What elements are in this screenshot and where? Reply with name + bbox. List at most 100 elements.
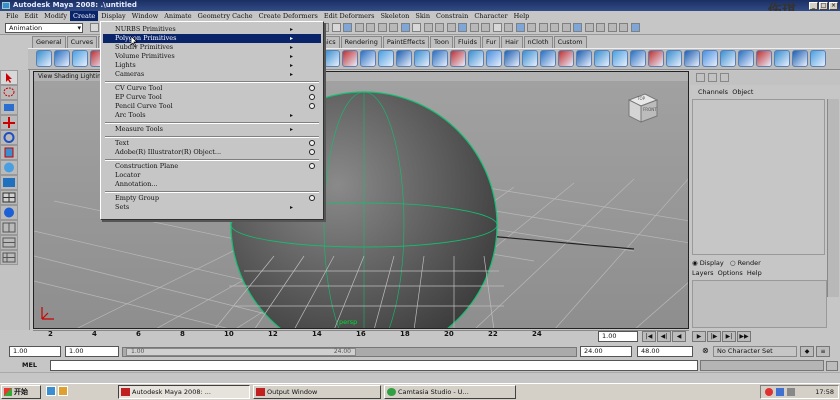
layout-quad-icon[interactable]: [0, 190, 18, 205]
status-line-icon[interactable]: [354, 23, 364, 32]
task-output-window[interactable]: Output Window: [253, 385, 381, 399]
status-line-icon[interactable]: [527, 23, 536, 32]
shelf-tool-icon[interactable]: [792, 50, 808, 67]
shelf-tool-icon[interactable]: [54, 50, 70, 67]
menubar-item-character[interactable]: Character: [471, 11, 510, 21]
shelf-tool-icon[interactable]: [396, 50, 412, 67]
shelf-tab-general[interactable]: General: [32, 36, 66, 48]
status-line-icon[interactable]: [550, 23, 559, 32]
task-camtasia[interactable]: Camtasia Studio - U...: [384, 385, 516, 399]
tray-network-icon[interactable]: [776, 388, 784, 396]
shelf-tool-icon[interactable]: [648, 50, 664, 67]
menubar-item-skin[interactable]: Skin: [412, 11, 433, 21]
scale-tool-icon[interactable]: [0, 145, 18, 160]
shelf-tool-icon[interactable]: [558, 50, 574, 67]
channel-box-scrollbar[interactable]: [827, 99, 839, 297]
menubar-item-window[interactable]: Window: [129, 11, 161, 21]
shelf-tool-icon[interactable]: [342, 50, 358, 67]
shelf-tool-icon[interactable]: [720, 50, 736, 67]
character-set-icon[interactable]: ⊗: [702, 346, 712, 357]
anim-end-field[interactable]: 48.00: [637, 346, 693, 357]
shelf-tool-icon[interactable]: [468, 50, 484, 67]
quicklaunch-desktop-icon[interactable]: [46, 386, 56, 396]
shelf-tool-icon[interactable]: [324, 50, 340, 67]
shelf-tool-icon[interactable]: [774, 50, 790, 67]
shelf-tab-fur[interactable]: Fur: [481, 36, 501, 48]
menu-item-ep-curve-tool[interactable]: EP Curve Tool: [103, 93, 321, 102]
menu-item-pencil-curve-tool[interactable]: Pencil Curve Tool: [103, 102, 321, 111]
toggle-attribute-editor-icon[interactable]: [696, 73, 705, 82]
menubar-item-skeleton[interactable]: Skeleton: [377, 11, 412, 21]
playback-start-field[interactable]: 1.00: [65, 346, 119, 357]
lasso-tool-icon[interactable]: [0, 85, 18, 100]
shelf-tool-icon[interactable]: [612, 50, 628, 67]
toggle-channel-box-icon[interactable]: [720, 73, 729, 82]
option-box-icon[interactable]: [309, 85, 315, 91]
option-box-icon[interactable]: [309, 140, 315, 146]
options-menu[interactable]: Options: [718, 269, 743, 277]
shelf-tool-icon[interactable]: [504, 50, 520, 67]
quicklaunch-explorer-icon[interactable]: [58, 386, 68, 396]
shelf-tool-icon[interactable]: [540, 50, 556, 67]
menubar-item-edit-deformers[interactable]: Edit Deformers: [321, 11, 378, 21]
shelf-tool-icon[interactable]: [594, 50, 610, 67]
status-line-icon[interactable]: [412, 23, 421, 32]
status-line-icon[interactable]: [630, 23, 640, 32]
menu-item-volume-primitives[interactable]: Volume Primitives ▸: [103, 52, 321, 61]
menu-item-sets[interactable]: Sets ▸: [103, 203, 321, 212]
shelf-tab-toon[interactable]: Toon: [430, 36, 453, 48]
shelf-tab-fluids[interactable]: Fluids: [453, 36, 481, 48]
script-editor-icon[interactable]: [826, 361, 838, 371]
menu-item-cv-curve-tool[interactable]: CV Curve Tool: [103, 84, 321, 93]
layout-single-icon[interactable]: [0, 175, 18, 190]
toggle-tool-settings-icon[interactable]: [708, 73, 717, 82]
minimize-button[interactable]: _: [809, 2, 818, 10]
shelf-tool-icon[interactable]: [378, 50, 394, 67]
animation-prefs-icon[interactable]: ≡: [816, 346, 830, 357]
status-line-icon[interactable]: [389, 23, 398, 32]
status-line-icon[interactable]: [504, 23, 513, 32]
layout-two-pane-icon[interactable]: [0, 220, 18, 235]
shelf-tool-icon[interactable]: [810, 50, 826, 67]
tray-volume-icon[interactable]: [787, 388, 795, 396]
status-line-icon[interactable]: [331, 23, 341, 32]
command-input[interactable]: [50, 360, 698, 371]
menu-item-cameras[interactable]: Cameras ▸: [103, 70, 321, 79]
status-line-icon[interactable]: [458, 23, 467, 32]
go-to-end-button[interactable]: ▶|: [722, 331, 736, 342]
menubar-item-constrain[interactable]: Constrain: [433, 11, 471, 21]
menu-item-arc-tools[interactable]: Arc Tools ▸: [103, 111, 321, 120]
option-box-icon[interactable]: [309, 163, 315, 169]
status-line-icon[interactable]: [607, 23, 617, 32]
next-key-button[interactable]: ▶▶: [737, 331, 751, 342]
status-line-icon[interactable]: [515, 23, 525, 32]
rotate-tool-icon[interactable]: [0, 130, 18, 145]
menubar-item-file[interactable]: File: [3, 11, 22, 21]
status-line-icon[interactable]: [561, 23, 571, 32]
maximize-button[interactable]: □: [819, 2, 828, 10]
view-cube[interactable]: TOP FRONT: [625, 92, 659, 124]
shelf-tool-icon[interactable]: [630, 50, 646, 67]
status-line-icon[interactable]: [377, 23, 387, 32]
menubar-item-geometry-cache[interactable]: Geometry Cache: [195, 11, 256, 21]
step-forward-button[interactable]: |▶: [707, 331, 721, 342]
status-line-icon[interactable]: [343, 23, 352, 32]
option-box-icon[interactable]: [309, 103, 315, 109]
shelf-tool-icon[interactable]: [450, 50, 466, 67]
menu-item-measure-tools[interactable]: Measure Tools ▸: [103, 125, 321, 134]
close-button[interactable]: ×: [829, 2, 838, 10]
layout-graph-icon[interactable]: [0, 250, 18, 265]
move-tool-icon[interactable]: [0, 115, 18, 130]
shelf-tool-icon[interactable]: [756, 50, 772, 67]
shelf-tool-icon[interactable]: [414, 50, 430, 67]
paint-select-tool-icon[interactable]: [0, 100, 18, 115]
shelf-tab-rendering[interactable]: Rendering: [340, 36, 382, 48]
current-frame-field[interactable]: 1.00: [598, 331, 638, 342]
shelf-tab-ncloth[interactable]: nCloth: [523, 36, 553, 48]
status-line-icon[interactable]: [619, 23, 628, 32]
layout-outliner-icon[interactable]: [0, 235, 18, 250]
shelf-tool-icon[interactable]: [486, 50, 502, 67]
go-to-start-button[interactable]: |◀: [642, 331, 656, 342]
menu-item-nurbs-primitives[interactable]: NURBS Primitives ▸: [103, 25, 321, 34]
step-back-button[interactable]: ◀|: [657, 331, 671, 342]
